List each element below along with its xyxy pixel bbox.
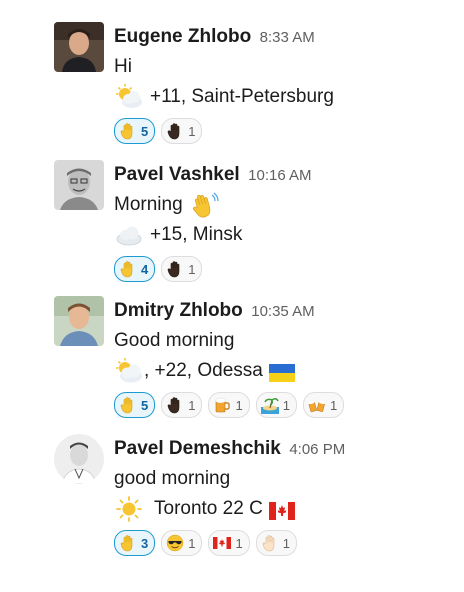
weather-text: +15, Minsk (150, 224, 243, 245)
weather-text: Toronto 22 C (154, 498, 263, 519)
ukraine-flag-icon (268, 362, 295, 382)
avatar[interactable] (54, 434, 104, 484)
message-text: Morning (114, 194, 183, 215)
beer-mug-icon (215, 397, 231, 413)
reaction-count: 5 (141, 123, 149, 139)
message-text: Good morning (114, 330, 235, 351)
reaction-count: 1 (188, 261, 196, 277)
reaction-raised-hand-dark[interactable]: 1 (161, 256, 203, 282)
reaction-count: 1 (282, 397, 290, 413)
clinking-beer-icon (307, 400, 326, 413)
reaction-count: 1 (235, 535, 243, 551)
weather-text: +11, Saint-Petersburg (150, 86, 334, 107)
reaction-raised-hand[interactable]: 5 (114, 118, 156, 144)
canada-flag-icon (213, 537, 232, 549)
sunglasses-face-icon (166, 534, 184, 552)
message-text: good morning (114, 468, 231, 489)
raised-hand-dark-icon (167, 123, 180, 140)
raised-hand-icon (120, 123, 133, 140)
timestamp[interactable]: 10:16 AM (248, 167, 311, 184)
raised-hand-icon (120, 535, 133, 552)
reaction-count: 5 (141, 397, 149, 413)
avatar[interactable] (54, 296, 104, 346)
reaction-raised-hand[interactable]: 5 (114, 392, 156, 418)
reaction-clinking-beer[interactable]: 1 (302, 392, 345, 418)
reaction-count: 1 (282, 535, 290, 551)
reaction-sunglasses[interactable]: 1 (161, 530, 203, 556)
canada-flag-icon (268, 500, 295, 520)
cloud-icon (114, 222, 144, 248)
reaction-count: 3 (141, 535, 149, 551)
sender-name[interactable]: Dmitry Zhlobo (114, 300, 243, 321)
raised-hand-icon (120, 261, 133, 278)
reaction-count: 1 (188, 535, 196, 551)
sun-behind-cloud-icon (114, 358, 144, 384)
message-text: Hi (114, 56, 132, 77)
avatar[interactable] (54, 22, 104, 72)
sender-name[interactable]: Eugene Zhlobo (114, 26, 251, 47)
reaction-count: 4 (141, 261, 149, 277)
reaction-raised-hand-light[interactable]: 1 (255, 530, 297, 556)
beach-island-icon (260, 397, 279, 414)
timestamp[interactable]: 4:06 PM (289, 441, 345, 458)
sender-name[interactable]: Pavel Vashkel (114, 164, 240, 185)
weather-text: , +22, Odessa (144, 360, 263, 381)
reaction-beer-mug[interactable]: 1 (208, 392, 250, 418)
reaction-count: 1 (235, 397, 243, 413)
raised-hand-icon (120, 397, 133, 414)
reaction-beach-island[interactable]: 1 (255, 392, 297, 418)
raised-hand-dark-icon (167, 397, 180, 414)
reaction-count: 1 (329, 397, 338, 413)
reaction-raised-hand-dark[interactable]: 1 (161, 118, 203, 144)
reaction-count: 1 (188, 397, 196, 413)
reaction-canada-flag[interactable]: 1 (208, 530, 250, 556)
waving-hand-icon (189, 192, 219, 218)
reaction-raised-hand-dark[interactable]: 1 (161, 392, 203, 418)
sender-name[interactable]: Pavel Demeshchik (114, 438, 281, 459)
sun-icon (114, 496, 144, 522)
raised-hand-light-icon (262, 535, 275, 552)
timestamp[interactable]: 8:33 AM (260, 29, 315, 46)
raised-hand-dark-icon (167, 261, 180, 278)
sun-behind-cloud-icon (114, 84, 144, 110)
avatar[interactable] (54, 160, 104, 210)
reaction-raised-hand[interactable]: 4 (114, 256, 156, 282)
reaction-count: 1 (188, 123, 196, 139)
timestamp[interactable]: 10:35 AM (251, 303, 314, 320)
reaction-raised-hand[interactable]: 3 (114, 530, 156, 556)
